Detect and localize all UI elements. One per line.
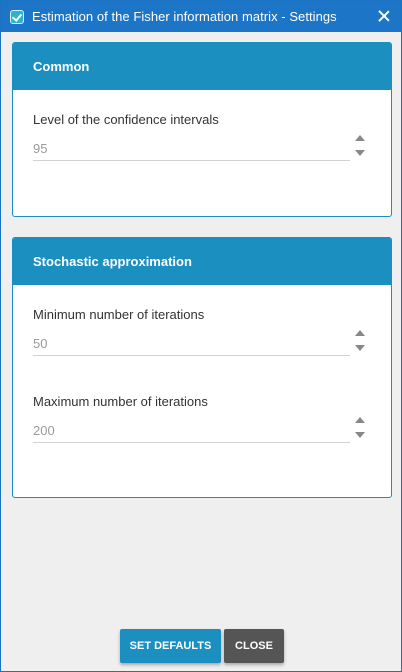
set-defaults-button[interactable]: SET DEFAULTS (120, 629, 221, 663)
spin-up-icon[interactable] (355, 135, 365, 141)
panel-stochastic-approximation: Stochastic approximation Minimum number … (12, 237, 392, 498)
field-label: Minimum number of iterations (33, 307, 205, 322)
close-window-icon[interactable] (375, 7, 393, 25)
close-button[interactable]: CLOSE (224, 629, 284, 663)
field-label: Level of the confidence intervals (33, 112, 219, 127)
field-confidence-level: Level of the confidence intervals (33, 112, 378, 164)
min-iterations-input[interactable] (33, 332, 350, 356)
field-max-iterations: Maximum number of iterations (33, 394, 378, 446)
spin-up-icon[interactable] (355, 417, 365, 423)
app-logo-icon (10, 9, 24, 24)
spin-down-icon[interactable] (355, 432, 365, 438)
field-min-iterations: Minimum number of iterations (33, 307, 378, 359)
window-title: Estimation of the Fisher information mat… (32, 9, 337, 24)
max-iterations-input[interactable] (33, 419, 350, 443)
panel-header-stochastic: Stochastic approximation (13, 238, 391, 285)
confidence-level-stepper (354, 132, 368, 162)
min-iterations-stepper (354, 327, 368, 357)
panel-header-common: Common (13, 43, 391, 90)
panel-common: Common Level of the confidence intervals (12, 42, 392, 217)
spin-down-icon[interactable] (355, 150, 365, 156)
field-label: Maximum number of iterations (33, 394, 208, 409)
title-bar: Estimation of the Fisher information mat… (1, 1, 401, 32)
spin-down-icon[interactable] (355, 345, 365, 351)
max-iterations-stepper (354, 414, 368, 444)
confidence-level-input[interactable] (33, 137, 350, 161)
spin-up-icon[interactable] (355, 330, 365, 336)
